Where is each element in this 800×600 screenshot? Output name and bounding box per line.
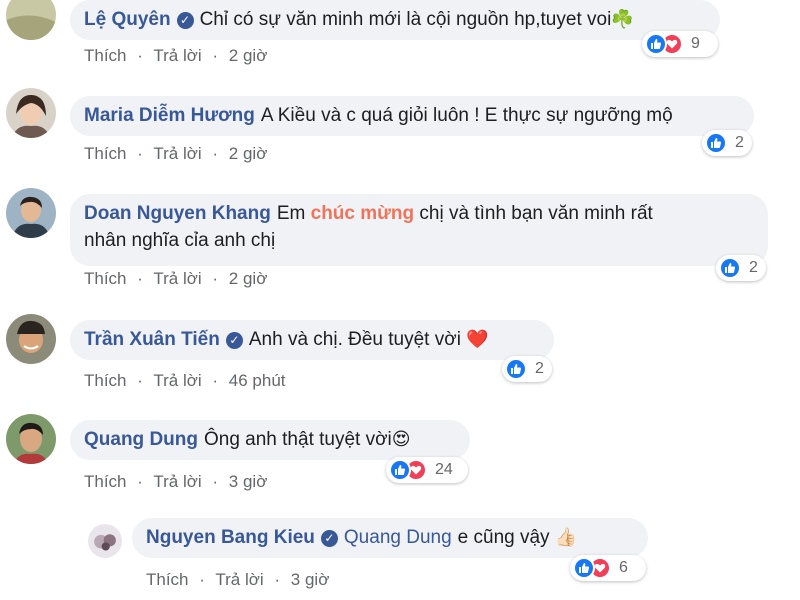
- comment-bubble: Trần Xuân Tiến ✓ Anh và chị. Đều tuyệt vời…: [70, 320, 554, 360]
- reply-link[interactable]: Trả lời: [215, 570, 263, 589]
- comment-actions: Thích · Trả lời · 2 giờ: [84, 269, 273, 289]
- separator-dot: ·: [274, 570, 281, 589]
- comment-author[interactable]: Maria Diễm Hương: [84, 105, 255, 126]
- verified-badge-icon: ✓: [176, 12, 194, 29]
- separator-dot: ·: [137, 472, 143, 491]
- like-link[interactable]: Thích: [84, 371, 127, 390]
- comment-author[interactable]: Doan Nguyen Khang: [84, 203, 271, 224]
- like-reaction-icon: [645, 33, 667, 55]
- reaction-count: 2: [735, 134, 744, 151]
- comment-text: Em: [276, 203, 306, 224]
- reactions-summary[interactable]: 2: [502, 356, 552, 382]
- heart-eyes-emoji-icon: 😍: [391, 429, 411, 449]
- comment-text: Ông anh thật tuyệt vời: [203, 429, 392, 450]
- reactions-summary[interactable]: 24: [386, 457, 468, 483]
- highlighted-text: chúc mừng: [310, 203, 415, 224]
- reaction-count: 2: [535, 360, 544, 377]
- separator-dot: ·: [212, 371, 219, 390]
- comment-actions: Thích · Trả lời · 2 giờ: [84, 46, 273, 66]
- avatar[interactable]: [6, 188, 56, 238]
- timestamp-link[interactable]: 2 giờ: [229, 144, 268, 163]
- avatar[interactable]: [6, 88, 56, 138]
- separator-dot: ·: [199, 570, 205, 589]
- comment-text: chị và tình bạn văn minh rất: [419, 203, 653, 224]
- like-reaction-icon: [705, 132, 727, 154]
- separator-dot: ·: [212, 46, 219, 65]
- separator-dot: ·: [212, 144, 219, 163]
- reactions-summary[interactable]: 9: [642, 31, 718, 57]
- separator-dot: ·: [212, 269, 219, 288]
- timestamp-link[interactable]: 46 phút: [229, 371, 286, 390]
- separator-dot: ·: [212, 472, 219, 491]
- reply-link[interactable]: Trả lời: [153, 144, 201, 163]
- comment-bubble: Doan Nguyen Khang Em chúc mừng chị và tìn…: [70, 194, 768, 266]
- avatar[interactable]: [6, 314, 56, 364]
- like-link[interactable]: Thích: [84, 144, 127, 163]
- comment-bubble: Quang Dung Ông anh thật tuyệt vời😍: [70, 420, 470, 460]
- timestamp-link[interactable]: 3 giờ: [229, 472, 268, 491]
- timestamp-link[interactable]: 2 giờ: [229, 46, 268, 65]
- comment-author[interactable]: Lệ Quyên: [84, 9, 171, 30]
- shamrock-emoji-icon: ☘️: [611, 9, 634, 29]
- comment-text-line2: nhân nghĩa cỉa anh chị: [84, 230, 276, 251]
- reply-bubble: Nguyen Bang Kieu ✓ Quang Dung e cũng vậy 👍🏻: [132, 518, 648, 558]
- separator-dot: ·: [137, 269, 143, 288]
- reply-actions: Thích · Trả lời · 3 giờ: [146, 570, 335, 590]
- like-link[interactable]: Thích: [146, 570, 189, 589]
- comment-actions: Thích · Trả lời · 2 giờ: [84, 144, 273, 164]
- separator-dot: ·: [137, 144, 143, 163]
- like-reaction-icon: [505, 358, 527, 380]
- verified-badge-icon: ✓: [225, 332, 243, 349]
- like-reaction-icon: [389, 459, 411, 481]
- avatar[interactable]: [6, 0, 56, 40]
- heart-emoji-icon: ❤️: [466, 329, 489, 349]
- reaction-count: 24: [435, 461, 453, 478]
- reaction-count: 2: [749, 259, 758, 276]
- separator-dot: ·: [137, 371, 143, 390]
- comment-author[interactable]: Trần Xuân Tiến: [84, 329, 220, 350]
- reaction-count: 6: [619, 559, 628, 576]
- comment-bubble: Lệ Quyên ✓ Chỉ có sự văn minh mới là cội n…: [70, 0, 720, 40]
- mention-link[interactable]: Quang Dung: [344, 527, 452, 548]
- reply-link[interactable]: Trả lời: [153, 269, 201, 288]
- separator-dot: ·: [137, 46, 143, 65]
- reactions-summary[interactable]: 2: [702, 130, 752, 156]
- reaction-count: 9: [691, 35, 700, 52]
- comment-actions: Thích · Trả lời · 3 giờ: [84, 472, 273, 492]
- timestamp-link[interactable]: 3 giờ: [291, 570, 330, 589]
- comment-text: Anh và chị. Đều tuyệt vời: [248, 329, 461, 350]
- like-reaction-icon: [573, 557, 595, 579]
- reply-link[interactable]: Trả lời: [153, 46, 201, 65]
- reply-link[interactable]: Trả lời: [153, 371, 201, 390]
- comment-text: Chỉ có sự văn minh mới là cội nguồn hp,t…: [199, 9, 612, 30]
- avatar[interactable]: [6, 414, 56, 464]
- comment-actions: Thích · Trả lời · 46 phút: [84, 371, 292, 391]
- timestamp-link[interactable]: 2 giờ: [229, 269, 268, 288]
- reactions-summary[interactable]: 2: [716, 255, 766, 281]
- comment-bubble: Maria Diễm Hương A Kiều và c quá giỏi luô…: [70, 96, 754, 136]
- like-link[interactable]: Thích: [84, 269, 127, 288]
- reply-text: e cũng vậy: [457, 527, 550, 548]
- like-link[interactable]: Thích: [84, 472, 127, 491]
- like-reaction-icon: [719, 257, 741, 279]
- avatar[interactable]: [88, 524, 122, 558]
- reply-author[interactable]: Nguyen Bang Kieu: [146, 527, 315, 548]
- reactions-summary[interactable]: 6: [570, 555, 646, 581]
- like-link[interactable]: Thích: [84, 46, 127, 65]
- thumbs-up-emoji-icon: 👍🏻: [554, 527, 578, 547]
- reply-link[interactable]: Trả lời: [153, 472, 201, 491]
- comment-author[interactable]: Quang Dung: [84, 429, 198, 450]
- comment-text: A Kiều và c quá giỏi luôn ! E thực sự ng…: [260, 105, 673, 126]
- verified-badge-icon: ✓: [320, 530, 338, 547]
